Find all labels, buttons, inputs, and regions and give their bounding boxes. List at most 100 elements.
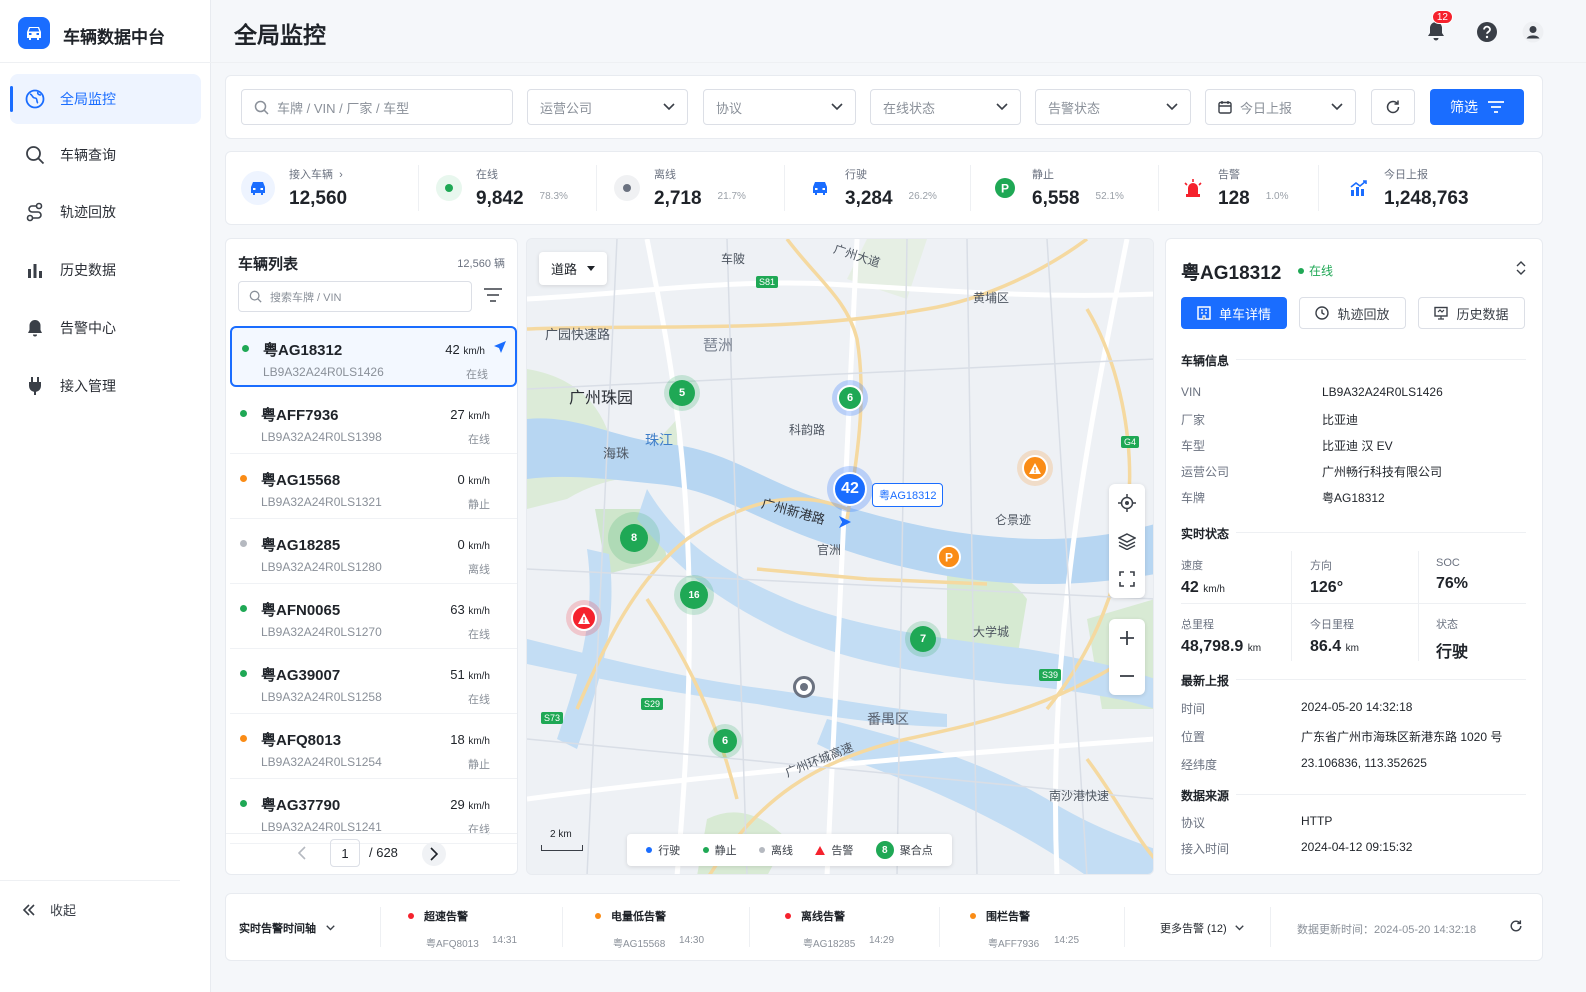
vehicle-plate: 粤AFN0065 [261,602,341,619]
stat-alarm[interactable]: 告警 128 1.0% [1178,163,1289,213]
vehicle-list-item[interactable]: 粤AFN0065 LB9A32A24R0LS1270 63 km/h 在线 [230,588,517,649]
stat-percent: 52.1% [1095,191,1124,202]
moving-car-icon [805,173,835,203]
kv-key: 经纬度 [1181,758,1218,772]
kv-key: 厂家 [1181,413,1206,427]
page-input[interactable]: 1 [330,839,360,867]
timeline-select[interactable]: 实时告警时间轴 [239,920,335,936]
logo [18,17,50,49]
alarm-timeline-item[interactable]: 离线告警 粤AG18285 14:29 [785,908,894,950]
fullscreen-icon [1119,571,1135,587]
offline-marker[interactable] [793,676,815,698]
layers-button[interactable] [1109,522,1145,560]
list-filter-button[interactable] [484,288,502,302]
alarm-timeline-item[interactable]: 电量低告警 粤AG15568 14:30 [595,908,704,950]
help-button[interactable] [1472,17,1502,47]
vehicle-list-item[interactable]: 粤AG37790 LB9A32A24R0LS1241 29 km/h 在线 [230,783,517,844]
map-layer-select[interactable]: 道路 [539,252,607,285]
nav-label: 历史数据 [60,262,116,278]
map-cluster-marker[interactable]: 8 [620,524,648,552]
selected-vehicle-cluster[interactable]: 42 [833,472,867,506]
vehicle-list-item[interactable]: 粤AG39007 LB9A32A24R0LS1258 51 km/h 在线 [230,653,517,714]
zoom-in-button[interactable] [1109,619,1145,657]
tab-track-playback[interactable]: 轨迹回放 [1299,297,1406,329]
vehicle-status: 静止 [468,499,490,511]
more-alarms-button[interactable]: 更多告警 (12) [1160,920,1244,936]
route-icon [24,201,46,223]
map-cluster-marker[interactable]: 6 [713,729,737,753]
alarm-marker[interactable] [1022,455,1048,481]
place-label: 大学城 [973,625,1010,639]
vehicle-list-item[interactable]: 粤AG18285 LB9A32A24R0LS1280 0 km/h 离线 [230,523,517,584]
map-panel[interactable]: 车陂 黄埔区 广园快速路 琶洲 广州珠园 科韵路 海珠 珠江 广州新港路 官洲 … [526,238,1154,875]
road-shield: S39 [1039,669,1062,681]
legend-item: 行驶 [646,842,680,858]
nav-item-history-data[interactable]: 历史数据 [10,245,201,295]
prev-page-button[interactable] [298,846,306,860]
kv-value: 比亚迪 汉 EV [1322,439,1393,453]
parked-marker[interactable]: P [937,545,961,569]
divider [0,880,180,881]
nav-label: 接入管理 [60,378,116,394]
map-cluster-marker[interactable]: 7 [910,626,936,652]
map-cluster-marker[interactable]: 6 [837,385,863,411]
tab-vehicle-detail[interactable]: 单车详情 [1181,297,1287,329]
nav-item-global-monitor[interactable]: 全局监控 [10,74,201,124]
refresh-button[interactable] [1509,919,1523,933]
locate-button[interactable] [1109,484,1145,522]
vehicle-status: 静止 [468,759,490,771]
vehicle-list-item[interactable]: 粤AG15568 LB9A32A24R0LS1321 0 km/h 静止 [230,458,517,519]
protocol-select[interactable]: 协议 [703,89,856,125]
stat-idle: P 静止 6,558 52.1% [990,163,1124,213]
alarm-status-select[interactable]: 告警状态 [1035,89,1191,125]
kv-value: 比亚迪 [1322,413,1359,427]
divider [1318,165,1319,211]
zoom-out-button[interactable] [1109,657,1145,695]
vehicle-search-input[interactable]: 搜索车牌 / VIN [238,281,472,312]
map-cluster-marker[interactable]: 5 [669,380,695,406]
vehicle-plate: 粤AG18285 [261,537,341,554]
vehicle-list-item[interactable]: 粤AFQ8013 LB9A32A24R0LS1254 18 km/h 静止 [230,718,517,779]
nav-item-track-playback[interactable]: 轨迹回放 [10,187,201,237]
alarm-marker[interactable] [571,605,597,631]
alarm-title: 围栏告警 [986,911,1030,923]
divider [211,62,1586,63]
place-label: 科韵路 [789,423,826,437]
update-time: 数据更新时间：2024-05-20 14:32:18 [1297,924,1477,936]
tab-history-data[interactable]: 历史数据 [1418,297,1525,329]
search-placeholder: 搜索车牌 / VIN [270,291,342,304]
alarm-timeline-item[interactable]: 超速告警 粤AFQ8013 14:31 [408,908,517,950]
map-cluster-marker[interactable]: 16 [680,581,708,609]
section-title: 车辆信息 [1181,354,1230,368]
refresh-button[interactable] [1371,89,1415,125]
notification-badge: 12 [1431,10,1453,24]
filter-button[interactable]: 筛选 [1430,89,1524,125]
alarm-timeline-item[interactable]: 围栏告警 粤AFF7936 14:25 [970,908,1079,950]
company-select[interactable]: 运营公司 [527,89,688,125]
nav-item-alarm-center[interactable]: 告警中心 [10,303,201,353]
expand-toggle[interactable] [1516,260,1526,276]
metric-label: 方向 [1310,560,1332,572]
online-status-select[interactable]: 在线状态 [870,89,1021,125]
next-page-button[interactable] [422,842,446,866]
user-avatar[interactable] [1518,17,1548,47]
legend-item: 8 聚合点 [875,841,933,859]
date-select[interactable]: 今日上报 [1205,89,1356,125]
vehicle-list-item[interactable]: 粤AG18312 LB9A32A24R0LS1426 42 km/h 在线 [230,326,517,387]
vehicle-list-title: 车辆列表 [238,256,299,273]
collapse-button[interactable]: 收起 [22,900,76,919]
metric-value: 126° [1310,579,1344,596]
fullscreen-button[interactable] [1109,560,1145,598]
divider [1181,603,1526,604]
nav-item-vehicle-query[interactable]: 车辆查询 [10,130,201,180]
stat-total-vehicles[interactable]: 接入车辆 › 12,560 [241,163,347,213]
nav-item-access-management[interactable]: 接入管理 [10,361,201,411]
notifications-button[interactable]: 12 [1421,10,1453,46]
place-label: 广州珠园 [569,390,634,407]
search-input[interactable]: 车牌 / VIN / 厂家 / 车型 [241,89,513,125]
divider [562,907,563,947]
chevron-down-icon [1234,925,1244,931]
vehicle-list-item[interactable]: 粤AFF7936 LB9A32A24R0LS1398 27 km/h 在线 [230,393,517,454]
parking-icon: P [990,173,1020,203]
divider [1236,359,1526,360]
